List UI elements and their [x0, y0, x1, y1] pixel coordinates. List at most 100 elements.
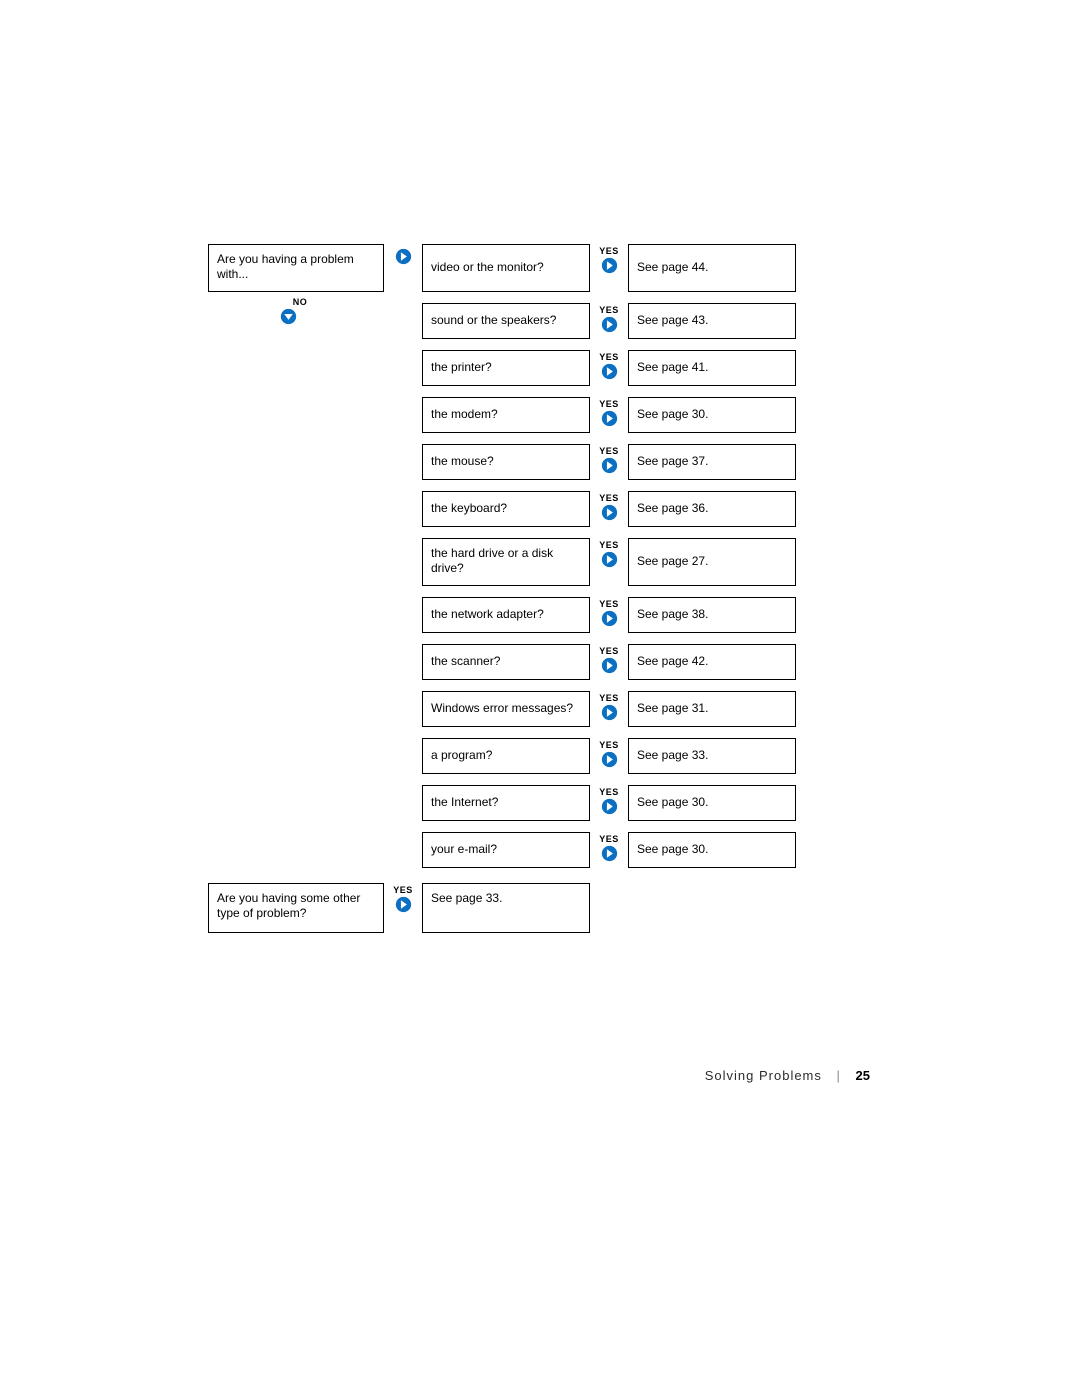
item-answer-box: See page 44. — [628, 244, 796, 292]
item-question: the network adapter? — [431, 607, 544, 622]
arrow-cell: YES — [597, 491, 621, 527]
item-answer-box: See page 38. — [628, 597, 796, 633]
yes-label: YES — [599, 246, 619, 256]
item-question: the printer? — [431, 360, 492, 375]
item-answer-box: See page 36. — [628, 491, 796, 527]
yes-label: YES — [599, 446, 619, 456]
other-answer: See page 33. — [431, 891, 502, 906]
item-answer: See page 30. — [637, 795, 708, 810]
flow-row: Are you having a problem with... video o… — [208, 244, 868, 292]
flow-row: the modem? YES See page 30. — [208, 397, 868, 433]
flow-row: Windows error messages? YES See page 31. — [208, 691, 868, 727]
item-answer: See page 37. — [637, 454, 708, 469]
flow-row-bottom: Are you having some other type of proble… — [208, 883, 868, 933]
item-question: the keyboard? — [431, 501, 507, 516]
arrow-cell: YES — [597, 785, 621, 821]
arrow-cell: YES — [391, 883, 415, 933]
flow-row: the scanner? YES See page 42. — [208, 644, 868, 680]
item-answer-box: See page 27. — [628, 538, 796, 586]
item-answer-box: See page 31. — [628, 691, 796, 727]
flow-row: the network adapter? YES See page 38. — [208, 597, 868, 633]
item-question: the hard drive or a disk drive? — [431, 546, 581, 576]
arrow-right-icon — [601, 410, 618, 427]
item-question-box: the modem? — [422, 397, 590, 433]
yes-label: YES — [599, 599, 619, 609]
arrow-right-icon — [601, 751, 618, 768]
flow-row: the mouse? YES See page 37. — [208, 444, 868, 480]
other-question: Are you having some other type of proble… — [217, 891, 375, 921]
item-answer: See page 41. — [637, 360, 708, 375]
arrow-right-icon — [601, 704, 618, 721]
arrow-cell: YES — [597, 691, 621, 727]
item-answer: See page 31. — [637, 701, 708, 716]
yes-label: YES — [599, 740, 619, 750]
arrow-right-icon — [601, 457, 618, 474]
item-question-box: the Internet? — [422, 785, 590, 821]
arrow-cell — [391, 244, 415, 292]
arrow-cell: YES — [597, 538, 621, 586]
arrow-cell: YES — [597, 832, 621, 868]
arrow-cell: YES — [597, 244, 621, 292]
item-question: sound or the speakers? — [431, 313, 556, 328]
arrow-cell: YES — [597, 597, 621, 633]
yes-label: YES — [599, 352, 619, 362]
yes-label: YES — [599, 646, 619, 656]
page-footer: Solving Problems | 25 — [705, 1068, 870, 1083]
yes-label: YES — [599, 540, 619, 550]
arrow-right-icon — [601, 610, 618, 627]
arrow-cell: YES — [597, 303, 621, 339]
flow-row: your e-mail? YES See page 30. — [208, 832, 868, 868]
item-answer-box: See page 30. — [628, 397, 796, 433]
item-answer-box: See page 43. — [628, 303, 796, 339]
item-answer: See page 30. — [637, 842, 708, 857]
item-question-box: a program? — [422, 738, 590, 774]
main-question: Are you having a problem with... — [217, 252, 375, 282]
item-question-box: the scanner? — [422, 644, 590, 680]
no-label: NO — [280, 297, 320, 307]
arrow-right-icon — [601, 657, 618, 674]
flow-row: the hard drive or a disk drive? YES See … — [208, 538, 868, 586]
arrow-right-icon — [601, 363, 618, 380]
item-answer: See page 30. — [637, 407, 708, 422]
item-question-box: the hard drive or a disk drive? — [422, 538, 590, 586]
item-answer-box: See page 30. — [628, 832, 796, 868]
arrow-right-icon — [601, 551, 618, 568]
item-question-box: the mouse? — [422, 444, 590, 480]
item-question-box: the printer? — [422, 350, 590, 386]
item-answer-box: See page 37. — [628, 444, 796, 480]
item-answer-box: See page 41. — [628, 350, 796, 386]
item-question: Windows error messages? — [431, 701, 573, 716]
item-answer-box: See page 30. — [628, 785, 796, 821]
arrow-cell: YES — [597, 738, 621, 774]
item-question: your e-mail? — [431, 842, 497, 857]
item-question: the Internet? — [431, 795, 498, 810]
item-answer: See page 38. — [637, 607, 708, 622]
arrow-cell: YES — [597, 644, 621, 680]
flow-row: the Internet? YES See page 30. — [208, 785, 868, 821]
arrow-cell: YES — [597, 444, 621, 480]
flow-row: the printer? YES See page 41. — [208, 350, 868, 386]
yes-label: YES — [599, 834, 619, 844]
footer-page-number: 25 — [856, 1068, 870, 1083]
item-question-box: your e-mail? — [422, 832, 590, 868]
document-page: NO Are you having a problem with... vide… — [0, 0, 1080, 1397]
item-question: the scanner? — [431, 654, 500, 669]
item-question-box: sound or the speakers? — [422, 303, 590, 339]
troubleshoot-flow: NO Are you having a problem with... vide… — [208, 244, 868, 944]
other-answer-box: See page 33. — [422, 883, 590, 933]
item-question-box: video or the monitor? — [422, 244, 590, 292]
yes-label: YES — [599, 787, 619, 797]
item-answer: See page 36. — [637, 501, 708, 516]
arrow-right-icon — [601, 257, 618, 274]
yes-label: YES — [393, 885, 413, 895]
arrow-right-icon — [601, 798, 618, 815]
item-answer: See page 43. — [637, 313, 708, 328]
other-question-box: Are you having some other type of proble… — [208, 883, 384, 933]
yes-label: YES — [599, 399, 619, 409]
footer-section: Solving Problems — [705, 1068, 822, 1083]
item-answer: See page 44. — [637, 260, 708, 275]
arrow-right-icon — [601, 504, 618, 521]
no-branch: NO — [280, 297, 320, 325]
item-question-box: the network adapter? — [422, 597, 590, 633]
arrow-down-icon — [280, 308, 297, 325]
